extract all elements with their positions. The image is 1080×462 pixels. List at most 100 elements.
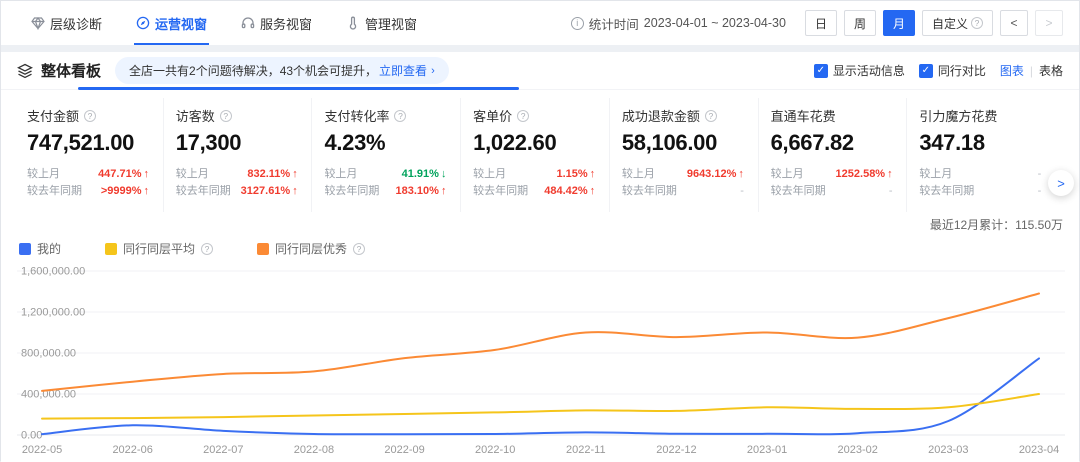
metric-label: 成功退款金额?: [622, 106, 748, 125]
metric-card-成功退款金额[interactable]: 成功退款金额?58,106.00较上月9643.12%↑较去年同期-: [609, 98, 758, 212]
x-axis-label: 2022-12: [656, 444, 696, 456]
compare-label: 较去年同期: [771, 183, 826, 200]
stat-time-range: 2023-04-01 ~ 2023-04-30: [644, 16, 786, 30]
compare-value: 9643.12%↑: [687, 166, 744, 183]
legend-item-同行同层优秀[interactable]: 同行同层优秀?: [257, 240, 365, 257]
cards-scroll-next-button[interactable]: >: [1048, 170, 1074, 196]
legend-item-同行同层平均[interactable]: 同行同层平均?: [105, 240, 213, 257]
series-line-我的: [42, 358, 1039, 434]
view-chart-button[interactable]: 图表: [1000, 62, 1024, 79]
layers-icon: [17, 63, 33, 79]
metric-label-text: 引力魔方花费: [919, 106, 997, 125]
metric-card-访客数[interactable]: 访客数?17,300较上月832.11%↑较去年同期3127.61%↑: [163, 98, 312, 212]
checkbox-同行对比[interactable]: ✓同行对比: [919, 62, 986, 79]
tab-label: 运营视窗: [155, 14, 207, 33]
view-toggle-divider: |: [1030, 64, 1033, 78]
x-axis-label: 2022-07: [203, 444, 243, 456]
compare-label: 较上月: [324, 166, 357, 183]
next-period-button[interactable]: >: [1035, 10, 1063, 36]
prev-period-button[interactable]: <: [1000, 10, 1028, 36]
info-circle-icon: i: [571, 17, 584, 30]
compare-number: -: [740, 183, 744, 200]
metric-label-text: 客单价: [473, 106, 512, 125]
metric-card-客单价[interactable]: 客单价?1,022.60较上月1.15%↑较去年同期484.42%↑: [460, 98, 609, 212]
compare-number: 484.42%: [544, 183, 587, 200]
metric-value: 6,667.82: [771, 130, 897, 156]
x-axis-label: 2022-08: [294, 444, 334, 456]
board-header: 整体看板 全店一共有2个问题待解决，43个机会可提升， 立即查看 › ✓显示活动…: [1, 52, 1079, 90]
compare-row: 较去年同期484.42%↑: [473, 183, 595, 200]
cumulative-note: 最近12月累计：115.50万: [17, 216, 1063, 232]
compare-number: 183.10%: [396, 183, 439, 200]
checkbox-显示活动信息[interactable]: ✓显示活动信息: [814, 62, 905, 79]
notice-pill: 全店一共有2个问题待解决，43个机会可提升， 立即查看 ›: [115, 57, 449, 84]
metric-label: 客单价?: [473, 106, 599, 125]
chevron-right-icon: ›: [431, 65, 435, 77]
range-button-日[interactable]: 日: [805, 10, 837, 36]
compare-number: 1252.58%: [836, 166, 886, 183]
topbar-right: i 统计时间 2023-04-01 ~ 2023-04-30 日周月自定义? <…: [571, 1, 1063, 45]
x-axis-label: 2023-01: [747, 444, 787, 456]
tab-管理视窗[interactable]: 管理视窗: [346, 1, 417, 45]
metric-card-支付金额[interactable]: 支付金额?747,521.00较上月447.71%↑较去年同期>9999%↑: [25, 98, 163, 212]
metric-card-支付转化率[interactable]: 支付转化率?4.23%较上月41.91%↓较去年同期183.10%↑: [311, 98, 460, 212]
checkbox-icon: ✓: [919, 64, 933, 78]
compare-value: 1.15%↑: [556, 166, 595, 183]
tab-层级诊断[interactable]: 层级诊断: [31, 1, 102, 45]
arrow-up-icon: ↑: [292, 183, 298, 200]
compare-label: 较去年同期: [324, 183, 379, 200]
notice-text: 全店一共有2个问题待解决，43个机会可提升，: [129, 62, 377, 79]
notice-link[interactable]: 立即查看: [379, 62, 427, 79]
help-question-icon: ?: [220, 110, 232, 122]
metric-label-text: 支付金额: [27, 106, 79, 125]
compare-row: 较去年同期-: [771, 183, 893, 200]
compare-label: 较上月: [27, 166, 60, 183]
metric-card-引力魔方花费[interactable]: 引力魔方花费347.18较上月-较去年同期-: [906, 98, 1055, 212]
compare-number: 3127.61%: [241, 183, 291, 200]
compare-number: -: [1038, 166, 1042, 183]
range-button-自定义[interactable]: 自定义?: [922, 10, 993, 36]
series-line-同行同层平均: [42, 394, 1039, 419]
y-axis-label: 1,600,000.00: [21, 266, 85, 278]
y-axis-label: 800,000.00: [21, 348, 76, 360]
legend-item-我的[interactable]: 我的: [19, 240, 61, 257]
gem-icon: [31, 16, 45, 30]
x-axis-label: 2022-11: [566, 444, 606, 456]
range-button-月[interactable]: 月: [883, 10, 915, 36]
checkbox-icon: ✓: [814, 64, 828, 78]
range-button-周[interactable]: 周: [844, 10, 876, 36]
view-toggle: 图表 | 表格: [1000, 62, 1063, 79]
compare-value: 484.42%↑: [544, 183, 595, 200]
compare-row: 较去年同期3127.61%↑: [176, 183, 298, 200]
compare-row: 较上月 9643.12%↑: [622, 166, 744, 183]
arrow-up-icon: ↑: [590, 166, 596, 183]
compare-label: 较上月: [622, 166, 655, 183]
thermometer-icon: [346, 16, 360, 30]
compare-number: 9643.12%: [687, 166, 737, 183]
metric-label-text: 支付转化率: [324, 106, 389, 125]
help-question-icon: ?: [517, 110, 529, 122]
compare-number: 41.91%: [402, 166, 439, 183]
x-axis-label: 2022-09: [384, 444, 424, 456]
tab-服务视窗[interactable]: 服务视窗: [241, 1, 312, 45]
tab-label: 服务视窗: [260, 14, 312, 33]
compare-number: 447.71%: [98, 166, 141, 183]
stat-time: i 统计时间 2023-04-01 ~ 2023-04-30: [571, 14, 786, 33]
compare-row: 较去年同期>9999%↑: [27, 183, 149, 200]
view-table-button[interactable]: 表格: [1039, 62, 1063, 79]
x-axis-label: 2022-05: [22, 444, 62, 456]
help-question-icon: ?: [705, 110, 717, 122]
metric-card-直通车花费[interactable]: 直通车花费6,667.82较上月1252.58%↑较去年同期-: [758, 98, 907, 212]
compare-row: 较上月832.11%↑: [176, 166, 298, 183]
compare-row: 较上月447.71%↑: [27, 166, 149, 183]
compare-number: 832.11%: [247, 166, 290, 183]
y-axis-label: 0.00: [21, 430, 42, 442]
x-axis-label: 2023-02: [838, 444, 878, 456]
metric-label: 直通车花费: [771, 106, 897, 125]
headset-icon: [241, 16, 255, 30]
tab-运营视窗[interactable]: 运营视窗: [136, 1, 207, 45]
arrow-up-icon: ↑: [887, 166, 893, 183]
arrow-down-icon: ↓: [441, 166, 447, 183]
arrow-up-icon: ↑: [738, 166, 744, 183]
range-button-group: 日周月自定义?: [805, 10, 993, 36]
